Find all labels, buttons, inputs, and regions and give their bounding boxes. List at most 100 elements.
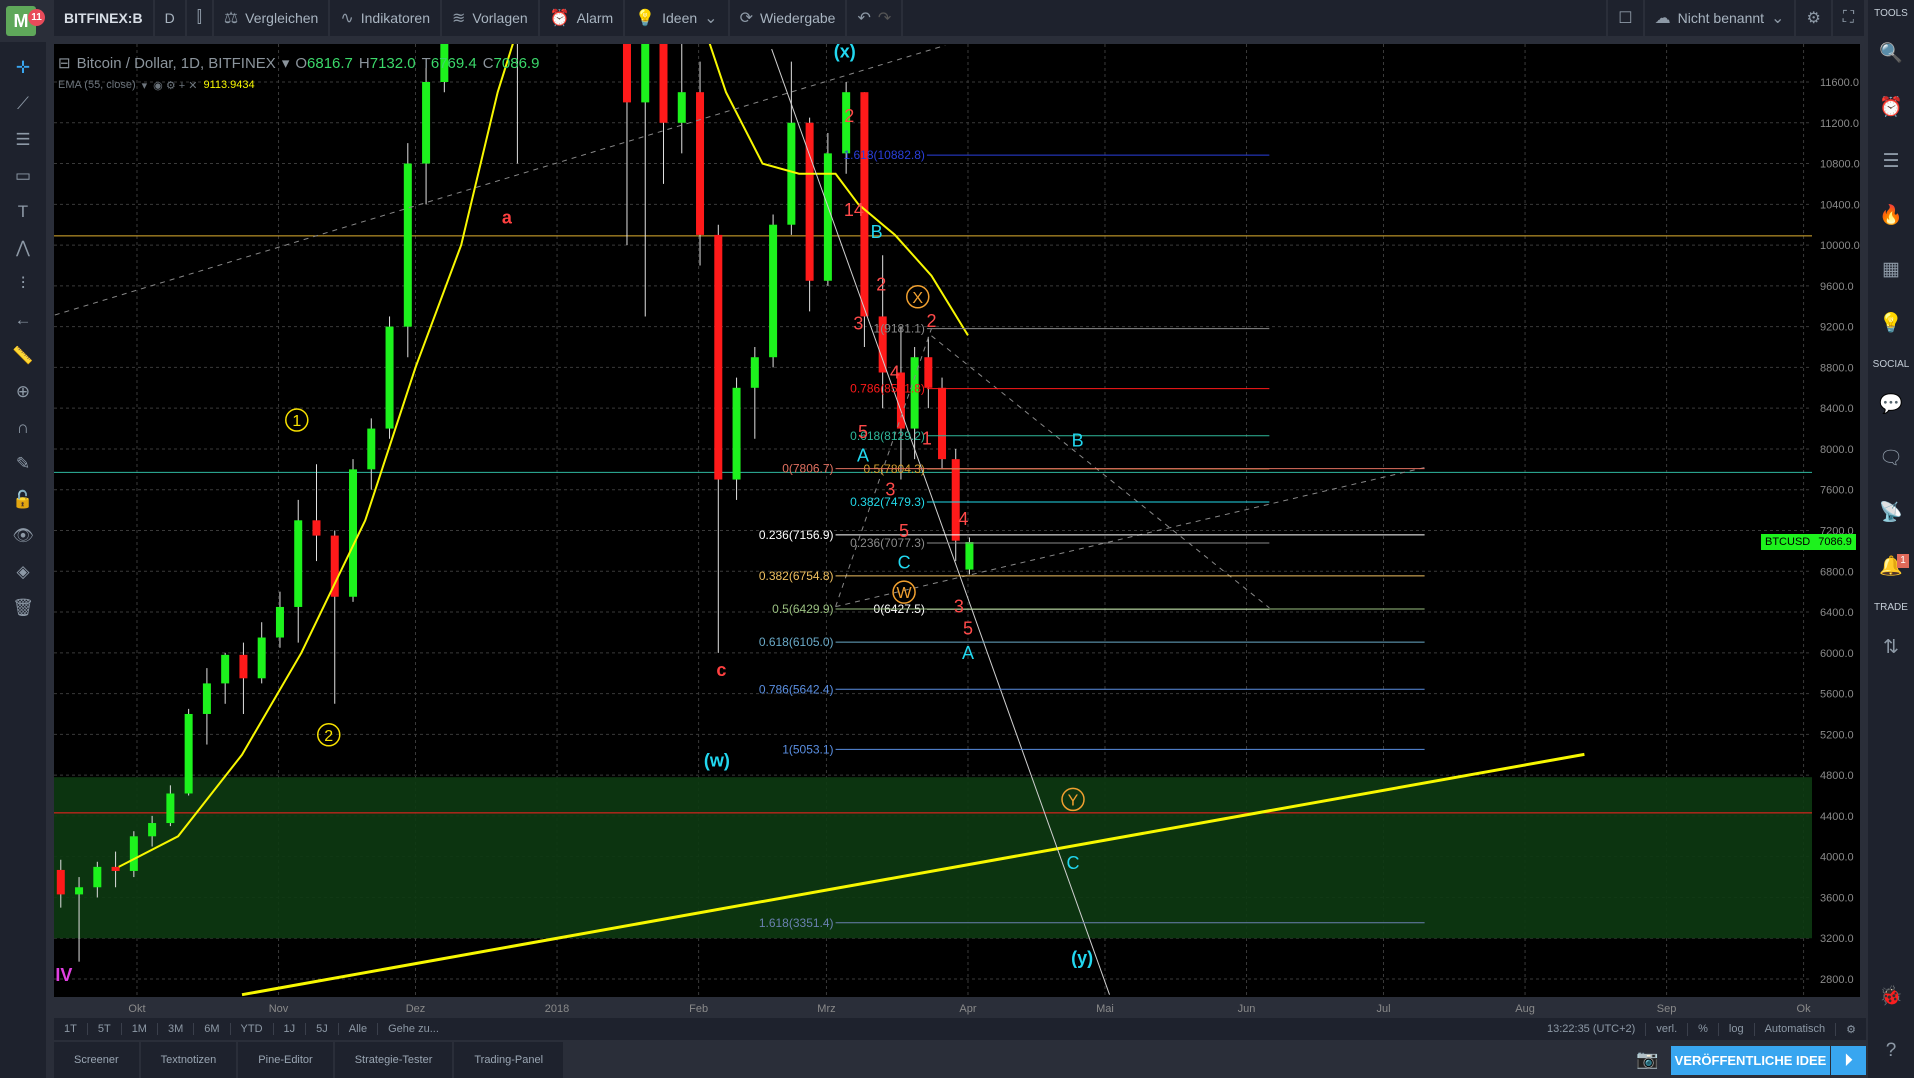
social-label: SOCIAL [1872, 359, 1910, 370]
tab-screener[interactable]: Screener [54, 1042, 139, 1078]
play-icon[interactable]: ⏵ [1831, 1046, 1866, 1075]
candle-body [385, 326, 394, 429]
wave-label: 2 [926, 311, 936, 331]
symbol-title[interactable]: Bitcoin / Dollar, 1D, BITFINEX [77, 55, 276, 72]
candle-body [129, 836, 138, 871]
price-tick-label: 10400.0 [1820, 199, 1860, 211]
streams-icon[interactable]: 📡 [1879, 486, 1903, 540]
wave-label: 3 [853, 314, 863, 334]
adjust-toggle[interactable]: verl. [1646, 1022, 1689, 1036]
chevron-down-icon[interactable]: ▾ [142, 79, 148, 92]
candle-body [696, 92, 705, 235]
notifications-bell-icon[interactable]: 🔔 1 [1879, 540, 1909, 594]
time-tick-label: Apr [959, 1003, 976, 1015]
trend-line [931, 335, 1270, 609]
alerts-clock-icon[interactable]: ⏰ [1879, 81, 1903, 135]
notification-count: 1 [1897, 554, 1909, 568]
price-tick-label: 8800.0 [1820, 362, 1854, 374]
tab-pine-editor[interactable]: Pine-Editor [238, 1042, 333, 1078]
price-tick-label: 3600.0 [1820, 892, 1854, 904]
fib-level-label: 1(5053.1) [782, 742, 833, 756]
wave-label: 4 [890, 363, 900, 383]
wave-label: 3 [885, 480, 895, 500]
goto-date[interactable]: Gehe zu... [378, 1023, 449, 1035]
range-5t[interactable]: 5T [88, 1023, 122, 1035]
price-tag-symbol: BTCUSD [1765, 536, 1811, 548]
hotlist-flame-icon[interactable]: 🔥 [1879, 189, 1903, 243]
range-ytd[interactable]: YTD [231, 1023, 274, 1035]
wave-label: C [898, 553, 911, 573]
candle-body [622, 44, 631, 103]
chevron-down-icon[interactable]: ▾ [282, 54, 290, 72]
wave-label: 5 [963, 619, 973, 639]
fib-level-label: 0.382(6754.8) [759, 569, 834, 583]
fib-level-label: 1.618(10882.8) [843, 148, 924, 162]
chat-icon[interactable]: 💬 [1879, 378, 1903, 432]
candle-body [148, 823, 157, 837]
ideas-lightbulb-icon[interactable]: 💡 [1879, 297, 1903, 351]
candle-body [275, 606, 284, 638]
data-window-icon[interactable]: ☰ [1882, 135, 1899, 189]
fib-level-label: 0.786(5642.4) [759, 682, 834, 696]
auto-toggle[interactable]: Automatisch [1755, 1022, 1837, 1036]
ema-settings-icons[interactable]: ◉ ⚙ + ✕ [153, 79, 197, 92]
range-1t[interactable]: 1T [54, 1023, 88, 1035]
wave-label: 2 [324, 728, 333, 745]
price-tick-label: 8400.0 [1820, 403, 1854, 415]
wave-label: B [1072, 431, 1084, 451]
price-tick-label: 7600.0 [1820, 485, 1854, 497]
collapse-icon[interactable]: ⊟ [58, 54, 71, 72]
wave-label: Y [1068, 792, 1079, 809]
watchlist-icon[interactable]: 🔍 [1879, 27, 1903, 81]
wave-label: B [871, 222, 883, 242]
time-tick-label: Mai [1096, 1003, 1114, 1015]
bug-icon[interactable]: 🐞 [1879, 970, 1903, 1024]
candle-body [257, 637, 266, 679]
range-3m[interactable]: 3M [158, 1023, 195, 1035]
time-tick-label: Ok [1797, 1003, 1812, 1015]
tab-strategy-tester[interactable]: Strategie-Tester [334, 1042, 453, 1078]
percent-toggle[interactable]: % [1688, 1022, 1719, 1036]
price-tick-label: 5600.0 [1820, 689, 1854, 701]
wave-label: 1 [922, 428, 932, 448]
ema-label[interactable]: EMA (55, close) [58, 79, 136, 92]
private-chat-icon[interactable]: 🗨 [1879, 432, 1903, 486]
publish-idea-button[interactable]: VERÖFFENTLICHE IDEE [1671, 1046, 1830, 1075]
clock-time: 13:22:35 (UTC+2) [1537, 1022, 1647, 1036]
candle-body [75, 887, 84, 895]
trading-icon[interactable]: ⇅ [1883, 621, 1899, 675]
candle-body [367, 428, 376, 470]
price-tick-label: 6000.0 [1820, 648, 1854, 660]
range-5j[interactable]: 5J [306, 1023, 339, 1035]
ema-line [118, 44, 969, 868]
price-chart[interactable]: 1.618(10882.8) 1(9181.1) 0.786(8591.8) 0.61… [0, 0, 1914, 1078]
tab-text-notes[interactable]: Textnotizen [140, 1042, 237, 1078]
range-all[interactable]: Alle [339, 1023, 379, 1035]
price-tick-label: 3200.0 [1820, 933, 1854, 945]
help-icon[interactable]: ? [1886, 1024, 1897, 1078]
price-tick-label: 11600.0 [1820, 77, 1859, 89]
range-1m[interactable]: 1M [122, 1023, 158, 1035]
range-1j[interactable]: 1J [274, 1023, 307, 1035]
calendar-icon[interactable]: ▦ [1882, 243, 1900, 297]
gear-icon[interactable]: ⚙ [1836, 1023, 1866, 1036]
candle-body [202, 683, 211, 714]
candle-body [166, 793, 175, 824]
wave-label: a [502, 208, 513, 228]
log-toggle[interactable]: log [1719, 1022, 1755, 1036]
range-6m[interactable]: 6M [194, 1023, 231, 1035]
support-zone [54, 777, 1812, 939]
fib-level-label: 1.618(3351.4) [759, 916, 834, 930]
ema-value: 9113.9434 [203, 79, 255, 91]
wave-label: A [962, 643, 974, 663]
wave-label: 5 [858, 422, 868, 442]
camera-icon[interactable]: 📷 [1636, 1049, 1658, 1070]
wave-label: IV [55, 965, 72, 985]
tab-trading-panel[interactable]: Trading-Panel [454, 1042, 564, 1078]
candle-body [641, 44, 650, 103]
wave-label: 3 [954, 597, 964, 617]
time-tick-label: Aug [1515, 1003, 1535, 1015]
tools-label: TOOLS [1874, 8, 1908, 19]
candle-body [294, 520, 303, 607]
time-tick-label: Mrz [817, 1003, 835, 1015]
